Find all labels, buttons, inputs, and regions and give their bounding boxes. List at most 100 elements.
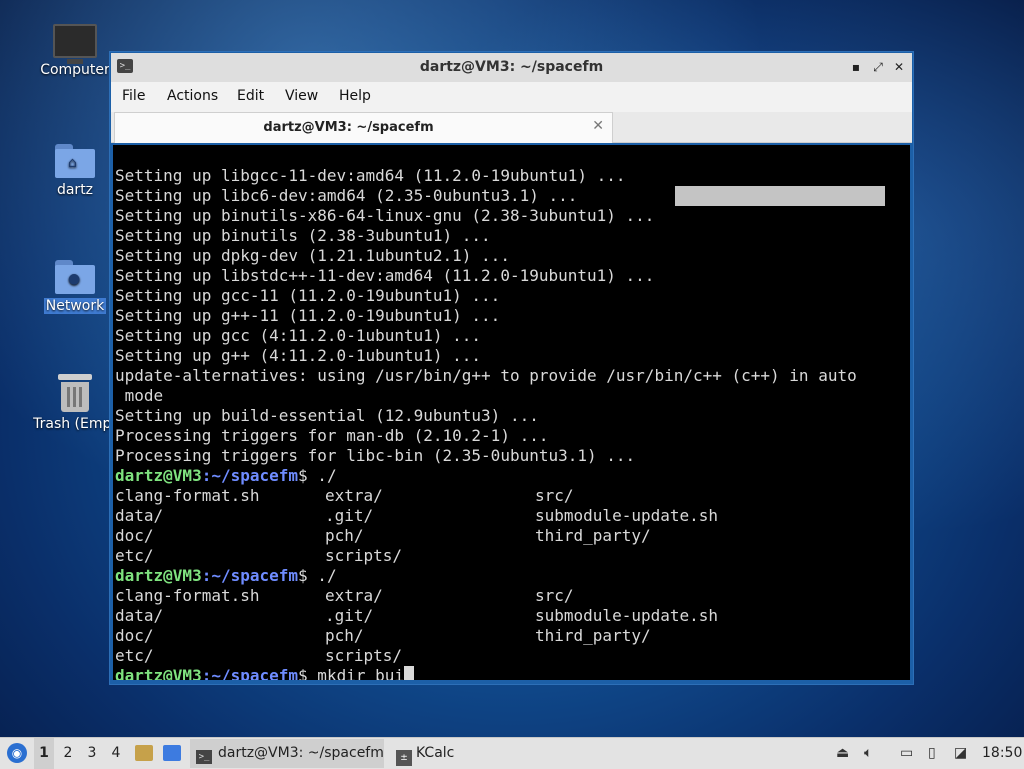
listing-entry: third_party/: [535, 526, 651, 545]
listing-entry: etc/: [115, 646, 154, 665]
menu-actions[interactable]: Actions: [167, 88, 218, 104]
network-icon[interactable]: ▭: [900, 745, 913, 761]
workspace-4[interactable]: 4: [106, 738, 126, 769]
output-line: Processing triggers for libc-bin (2.35-0…: [115, 446, 636, 465]
terminal-window[interactable]: >_ dartz@VM3: ~/spacefm ▪ ⤢ ✕ File Actio…: [110, 52, 913, 684]
task-label: dartz@VM3: ~/spacefm: [218, 745, 384, 761]
show-desktop-icon[interactable]: [163, 745, 181, 761]
listing-row: doc/pch/third_party/: [115, 526, 857, 546]
menu-file[interactable]: File: [122, 88, 145, 104]
network-folder-icon: ●: [55, 260, 95, 294]
desktop-icon-label: Network: [43, 298, 107, 314]
output-line: Setting up gcc (4:11.2.0-1ubuntu1) ...: [115, 326, 482, 345]
desktop-icon-computer[interactable]: Computer: [30, 24, 120, 78]
text-cursor: [404, 666, 414, 680]
output-line: Setting up binutils-x86-64-linux-gnu (2.…: [115, 206, 655, 225]
listing-row: data/ .git/submodule-update.sh: [115, 606, 857, 626]
menubar: File Actions Edit View Help: [111, 82, 912, 112]
prompt-line-active: dartz@VM3:~/spacefm$ mkdir bui: [115, 666, 857, 680]
workspace-2[interactable]: 2: [58, 738, 78, 769]
terminal-icon: >_: [196, 750, 212, 764]
listing-entry: data/: [115, 506, 164, 525]
eject-icon[interactable]: ⏏: [836, 745, 849, 761]
window-titlebar[interactable]: >_ dartz@VM3: ~/spacefm ▪ ⤢ ✕: [111, 53, 912, 82]
listing-entry: clang-format.sh: [115, 486, 260, 505]
menu-help[interactable]: Help: [339, 88, 371, 104]
listing-entry: data/: [115, 606, 164, 625]
prompt-line: dartz@VM3:~/spacefm$ ./: [115, 566, 857, 586]
task-terminal[interactable]: >_ dartz@VM3: ~/spacefm: [190, 739, 384, 768]
command-input[interactable]: mkdir bui: [308, 666, 404, 680]
desktop-icon-trash[interactable]: Trash (Empt: [30, 374, 120, 432]
app-menu-button[interactable]: ◉: [5, 738, 29, 769]
notification-icon[interactable]: ◪: [954, 745, 967, 761]
listing-entry: etc/: [115, 546, 154, 565]
desktop-icon-home[interactable]: ⌂ dartz: [30, 144, 120, 198]
tab-label: dartz@VM3: ~/spacefm: [263, 120, 434, 135]
menu-view[interactable]: View: [285, 88, 318, 104]
computer-icon: [53, 24, 97, 64]
prompt-path: :~/spacefm: [201, 666, 299, 680]
task-label: KCalc: [416, 745, 455, 761]
listing-entry: doc/: [115, 526, 154, 545]
command-text: ./: [307, 466, 337, 485]
workspace-1[interactable]: 1: [34, 738, 54, 769]
listing-entry: clang-format.sh: [115, 586, 260, 605]
output-line: Setting up g++-11 (11.2.0-19ubuntu1) ...: [115, 306, 501, 325]
trash-icon: [58, 374, 92, 412]
menu-logo-icon: ◉: [7, 743, 27, 763]
listing-entry: .git/: [325, 506, 374, 525]
prompt-user: dartz@VM3: [115, 666, 202, 680]
file-manager-icon[interactable]: [135, 745, 153, 761]
task-kcalc[interactable]: ± KCalc: [390, 739, 470, 768]
minimize-button[interactable]: ▪: [848, 59, 864, 75]
tab-terminal[interactable]: dartz@VM3: ~/spacefm ✕: [114, 112, 613, 143]
home-folder-icon: ⌂: [55, 144, 95, 178]
listing-row: doc/pch/third_party/: [115, 626, 857, 646]
volume-icon[interactable]: 🔈︎: [864, 745, 872, 761]
listing-entry: extra/: [325, 586, 383, 605]
clock[interactable]: 18:50: [982, 738, 1022, 769]
listing-entry: doc/: [115, 626, 154, 645]
taskbar: ◉ 1 2 3 4 >_ dartz@VM3: ~/spacefm ± KCalc …: [0, 737, 1024, 769]
listing-entry: submodule-update.sh: [535, 506, 719, 525]
prompt-path: :~/spacefm: [201, 466, 299, 485]
listing-row: etc/scripts/: [115, 546, 857, 566]
desktop-icon-label: dartz: [56, 182, 94, 198]
listing-entry: .git/: [325, 606, 374, 625]
listing-entry: src/: [535, 486, 574, 505]
tab-bar: dartz@VM3: ~/spacefm ✕: [111, 112, 912, 143]
output-line: Setting up build-essential (12.9ubuntu3)…: [115, 406, 539, 425]
close-button[interactable]: ✕: [891, 59, 907, 75]
calculator-icon: ±: [396, 750, 412, 766]
prompt-sign: $: [298, 566, 308, 585]
listing-row: clang-format.sh extra/src/: [115, 586, 857, 606]
desktop-icon-network[interactable]: ● Network: [30, 260, 120, 314]
output-line: update-alternatives: using /usr/bin/g++ …: [115, 366, 857, 385]
desktop-icon-label: Trash (Empt: [33, 416, 117, 432]
window-title: dartz@VM3: ~/spacefm: [419, 59, 604, 75]
listing-entry: extra/: [325, 486, 383, 505]
listing-entry: scripts/: [325, 646, 403, 665]
listing-row: data/ .git/submodule-update.sh: [115, 506, 857, 526]
output-line: Processing triggers for man-db (2.10.2-1…: [115, 426, 549, 445]
clipboard-icon[interactable]: ▯: [928, 745, 936, 761]
prompt-sign: $: [298, 466, 308, 485]
prompt-line: dartz@VM3:~/spacefm$ ./: [115, 466, 857, 486]
prompt-path: :~/spacefm: [201, 566, 299, 585]
desktop-icon-label: Computer: [40, 62, 110, 78]
output-line: Setting up libstdc++-11-dev:amd64 (11.2.…: [115, 266, 655, 285]
listing-entry: third_party/: [535, 626, 651, 645]
workspace-3[interactable]: 3: [82, 738, 102, 769]
output-line: Setting up binutils (2.38-3ubuntu1) ...: [115, 226, 491, 245]
tab-close-icon[interactable]: ✕: [592, 118, 604, 134]
prompt-user: dartz@VM3: [115, 466, 202, 485]
output-line: Setting up dpkg-dev (1.21.1ubuntu2.1) ..…: [115, 246, 510, 265]
listing-entry: pch/: [325, 526, 364, 545]
menu-edit[interactable]: Edit: [237, 88, 264, 104]
maximize-button[interactable]: ⤢: [870, 59, 886, 75]
terminal-output[interactable]: Setting up libgcc-11-dev:amd64 (11.2.0-1…: [113, 145, 910, 680]
listing-entry: src/: [535, 586, 574, 605]
output-line: Setting up g++ (4:11.2.0-1ubuntu1) ...: [115, 346, 482, 365]
command-text: ./: [307, 566, 337, 585]
